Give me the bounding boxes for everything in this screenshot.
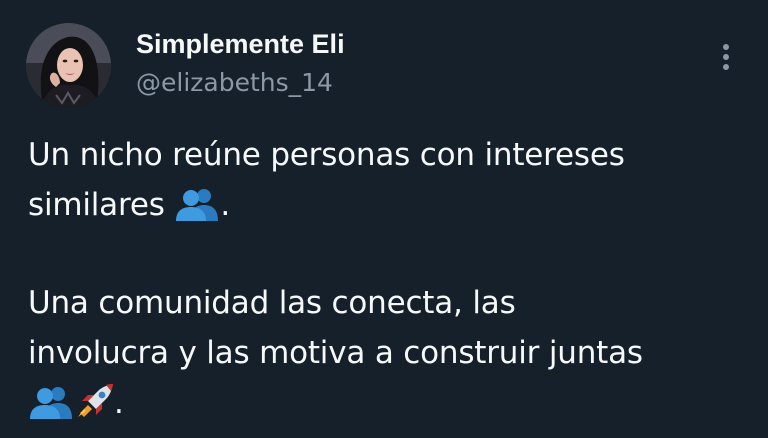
tweet-card: Simplemente Eli @elizabeths_14 Un nicho … [0,0,768,438]
busts-in-silhouette-icon [174,187,220,221]
tweet-text-line: similares . [28,180,230,230]
tweet-text-line: Una comunidad las conecta, las [28,285,516,321]
more-options-button[interactable] [714,40,738,74]
avatar[interactable] [26,23,111,108]
tweet-text-line: involucra y las motiva a construir junta… [28,335,643,371]
user-handle[interactable]: @elizabeths_14 [136,66,333,100]
rocket-icon [74,383,114,419]
busts-in-silhouette-icon [28,385,74,419]
tweet-text-line: Un nicho reúne personas con intereses [28,137,625,173]
tweet-text-fragment: . [114,385,124,421]
display-name[interactable]: Simplemente Eli [136,27,345,61]
tweet-text-fragment: . [220,187,230,223]
vertical-ellipsis-icon [723,44,729,70]
tweet-text-line: . [28,378,124,428]
tweet-text-fragment: similares [28,187,165,223]
